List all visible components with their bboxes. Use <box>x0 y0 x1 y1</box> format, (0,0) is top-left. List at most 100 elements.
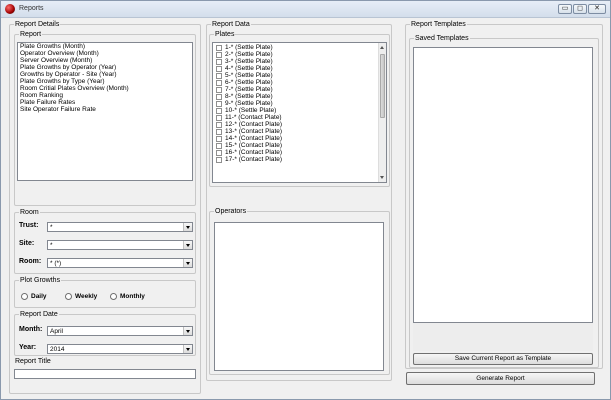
report-list-item[interactable]: Site Operator Failure Rate <box>18 106 192 113</box>
report-list-item[interactable]: Room Critial Plates Overview (Month) <box>18 85 192 92</box>
plate-list-item[interactable]: 14-* (Contact Plate) <box>213 135 386 142</box>
checkbox-icon[interactable] <box>216 107 222 114</box>
report-list-item[interactable]: Growths by Operator - Site (Year) <box>18 71 192 78</box>
plate-label: 16-* (Contact Plate) <box>225 149 283 156</box>
room-group: Room Trust: * Site: * Room: * (*) <box>14 208 196 274</box>
saved-templates-listbox[interactable] <box>413 47 593 323</box>
plate-list-item[interactable]: 8-* (Settle Plate) <box>213 93 386 100</box>
radio-monthly-label: Monthly <box>120 293 145 300</box>
plate-list-item[interactable]: 3-* (Settle Plate) <box>213 58 386 65</box>
checkbox-icon[interactable] <box>216 58 222 65</box>
scroll-up-icon[interactable] <box>379 43 386 51</box>
month-select-value: April <box>50 328 64 335</box>
checkbox-icon[interactable] <box>216 93 222 100</box>
operators-listbox[interactable] <box>214 222 384 371</box>
reports-window: Reports ▭ ◻ ✕ Report Details Report Plat… <box>0 0 611 400</box>
checkbox-icon[interactable] <box>216 51 222 58</box>
saved-templates-group: Saved Templates Save Current Report as T… <box>409 34 599 368</box>
checkbox-icon[interactable] <box>216 121 222 128</box>
checkbox-icon[interactable] <box>216 142 222 149</box>
plate-label: 5-* (Settle Plate) <box>225 72 273 79</box>
report-list-item[interactable]: Operator Overview (Month) <box>18 50 192 57</box>
checkbox-icon[interactable] <box>216 100 222 107</box>
checkbox-icon[interactable] <box>216 149 222 156</box>
close-button[interactable]: ✕ <box>588 4 606 14</box>
plate-list-item[interactable]: 12-* (Contact Plate) <box>213 121 386 128</box>
plate-list-item[interactable]: 2-* (Settle Plate) <box>213 51 386 58</box>
checkbox-icon[interactable] <box>216 44 222 51</box>
plate-list-item[interactable]: 17-* (Contact Plate) <box>213 156 386 163</box>
chevron-down-icon <box>183 259 192 267</box>
radio-monthly[interactable]: Monthly <box>110 293 145 300</box>
plates-scrollbar[interactable] <box>378 43 386 182</box>
report-list-item[interactable]: Plate Growths by Type (Year) <box>18 78 192 85</box>
report-legend: Report <box>19 30 43 39</box>
chevron-down-icon <box>183 327 192 335</box>
checkbox-icon[interactable] <box>216 72 222 79</box>
operators-legend: Operators <box>214 207 248 216</box>
plate-label: 13-* (Contact Plate) <box>225 128 283 135</box>
report-list-item[interactable]: Plate Growths (Month) <box>18 43 192 50</box>
chevron-down-icon <box>183 223 192 231</box>
report-data-legend: Report Data <box>211 20 251 29</box>
plate-list-item[interactable]: 4-* (Settle Plate) <box>213 65 386 72</box>
report-list-item[interactable]: Plate Growths by Operator (Year) <box>18 64 192 71</box>
report-group: Report Plate Growths (Month) Operator Ove… <box>14 30 196 206</box>
trust-label: Trust: <box>19 222 39 229</box>
plate-list-item[interactable]: 11-* (Contact Plate) <box>213 114 386 121</box>
checkbox-icon[interactable] <box>216 135 222 142</box>
checkbox-icon[interactable] <box>216 128 222 135</box>
room-label: Room: <box>19 258 42 265</box>
trust-select[interactable]: * <box>47 222 193 232</box>
plate-label: 17-* (Contact Plate) <box>225 156 283 163</box>
checkbox-icon[interactable] <box>216 86 222 93</box>
plate-list-item[interactable]: 10-* (Settle Plate) <box>213 107 386 114</box>
report-listbox[interactable]: Plate Growths (Month) Operator Overview (… <box>17 42 193 181</box>
scroll-thumb[interactable] <box>380 54 385 118</box>
plate-label: 12-* (Contact Plate) <box>225 121 283 128</box>
maximize-button[interactable]: ◻ <box>573 4 587 14</box>
radio-circle-icon <box>21 293 28 300</box>
radio-weekly-label: Weekly <box>75 293 98 300</box>
trust-select-value: * <box>50 224 53 231</box>
plate-list-item[interactable]: 16-* (Contact Plate) <box>213 149 386 156</box>
site-select[interactable]: * <box>47 240 193 250</box>
checkbox-icon[interactable] <box>216 156 222 163</box>
window-title: Reports <box>19 5 44 12</box>
report-title-input[interactable] <box>14 369 196 379</box>
templates-footer-area <box>413 323 593 351</box>
plate-label: 1-* (Settle Plate) <box>225 44 273 51</box>
plates-checklist[interactable]: 1-* (Settle Plate) 2-* (Settle Plate) 3-* … <box>212 42 387 183</box>
report-list-item[interactable]: Room Ranking <box>18 92 192 99</box>
plate-list-item[interactable]: 15-* (Contact Plate) <box>213 142 386 149</box>
report-list-item[interactable]: Server Overview (Month) <box>18 57 192 64</box>
plate-list-item[interactable]: 5-* (Settle Plate) <box>213 72 386 79</box>
room-legend: Room <box>19 208 40 217</box>
plate-list-item[interactable]: 1-* (Settle Plate) <box>213 44 386 51</box>
room-select[interactable]: * (*) <box>47 258 193 268</box>
plot-growths-group: Plot Growths Daily Weekly Monthly <box>14 276 196 308</box>
report-details-group: Report Details Report Plate Growths (Mon… <box>9 20 201 394</box>
chevron-down-icon <box>183 241 192 249</box>
checkbox-icon[interactable] <box>216 79 222 86</box>
month-select[interactable]: April <box>47 326 193 336</box>
report-date-group: Report Date Month: April Year: 2014 <box>14 310 196 356</box>
plate-list-item[interactable]: 6-* (Settle Plate) <box>213 79 386 86</box>
room-select-value: * (*) <box>50 260 62 267</box>
plate-list-item[interactable]: 9-* (Settle Plate) <box>213 100 386 107</box>
checkbox-icon[interactable] <box>216 114 222 121</box>
minimize-button[interactable]: ▭ <box>558 4 572 14</box>
plate-list-item[interactable]: 13-* (Contact Plate) <box>213 128 386 135</box>
radio-daily[interactable]: Daily <box>21 293 47 300</box>
plate-label: 10-* (Settle Plate) <box>225 107 277 114</box>
report-list-item[interactable]: Plate Failure Rates <box>18 99 192 106</box>
generate-report-button[interactable]: Generate Report <box>406 372 595 385</box>
checkbox-icon[interactable] <box>216 65 222 72</box>
scroll-down-icon[interactable] <box>379 174 386 182</box>
radio-weekly[interactable]: Weekly <box>65 293 97 300</box>
plate-list-item[interactable]: 7-* (Settle Plate) <box>213 86 386 93</box>
plot-growths-legend: Plot Growths <box>19 276 62 285</box>
year-select[interactable]: 2014 <box>47 344 193 354</box>
window-controls: ▭ ◻ ✕ <box>558 4 606 14</box>
save-template-button[interactable]: Save Current Report as Template <box>413 353 593 365</box>
